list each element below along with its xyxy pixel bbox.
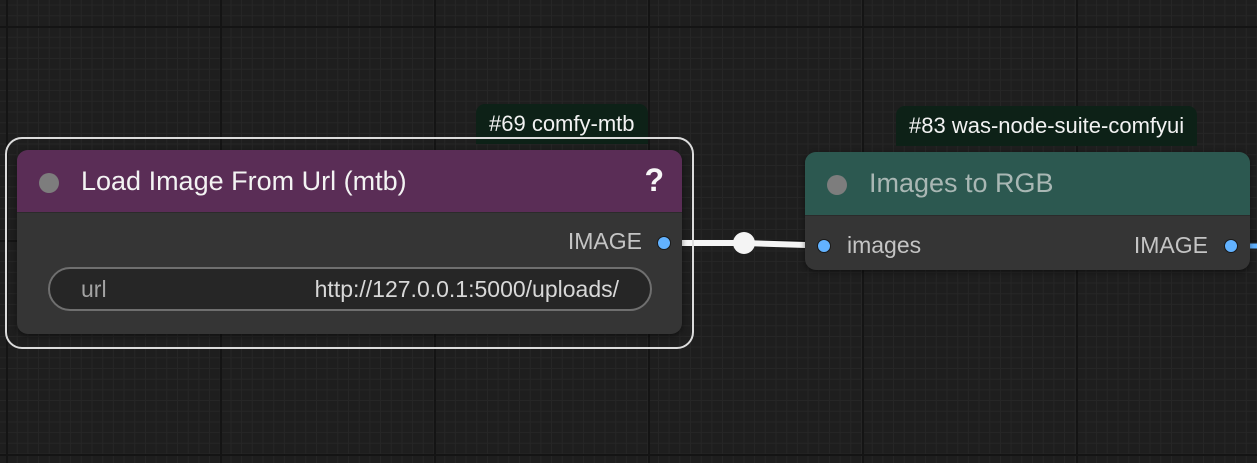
input-slot-label: images (847, 232, 922, 258)
graph-canvas[interactable]: #69 comfy-mtb #83 was-node-suite-comfyui… (0, 0, 1257, 463)
node-images-to-rgb[interactable]: Images to RGB images IMAGE (805, 152, 1250, 270)
output-slot-label: IMAGE (567, 228, 642, 254)
link-midpoint-icon[interactable] (733, 232, 755, 254)
node-load-image-from-url[interactable]: Load Image From Url (mtb) ? IMAGE url ht… (17, 150, 682, 334)
widget-value[interactable]: http://127.0.0.1:5000/uploads/ (315, 269, 619, 309)
node-title-bar[interactable]: Images to RGB (805, 152, 1250, 216)
collapse-toggle-icon[interactable] (39, 173, 59, 193)
url-widget[interactable]: url http://127.0.0.1:5000/uploads/ (48, 267, 652, 311)
output-slot-icon[interactable] (657, 236, 671, 250)
output-slot-icon[interactable] (1224, 239, 1238, 253)
node-title: Images to RGB (869, 168, 1054, 198)
help-icon[interactable]: ? (644, 150, 664, 210)
input-slot-icon[interactable] (817, 239, 831, 253)
output-slot-label: IMAGE (1133, 232, 1208, 258)
node-title-bar[interactable]: Load Image From Url (mtb) ? (17, 150, 682, 213)
collapse-toggle-icon[interactable] (827, 175, 847, 195)
widget-label: url (81, 276, 107, 302)
node-title: Load Image From Url (mtb) (81, 166, 407, 196)
node-badge: #83 was-node-suite-comfyui (896, 106, 1198, 146)
